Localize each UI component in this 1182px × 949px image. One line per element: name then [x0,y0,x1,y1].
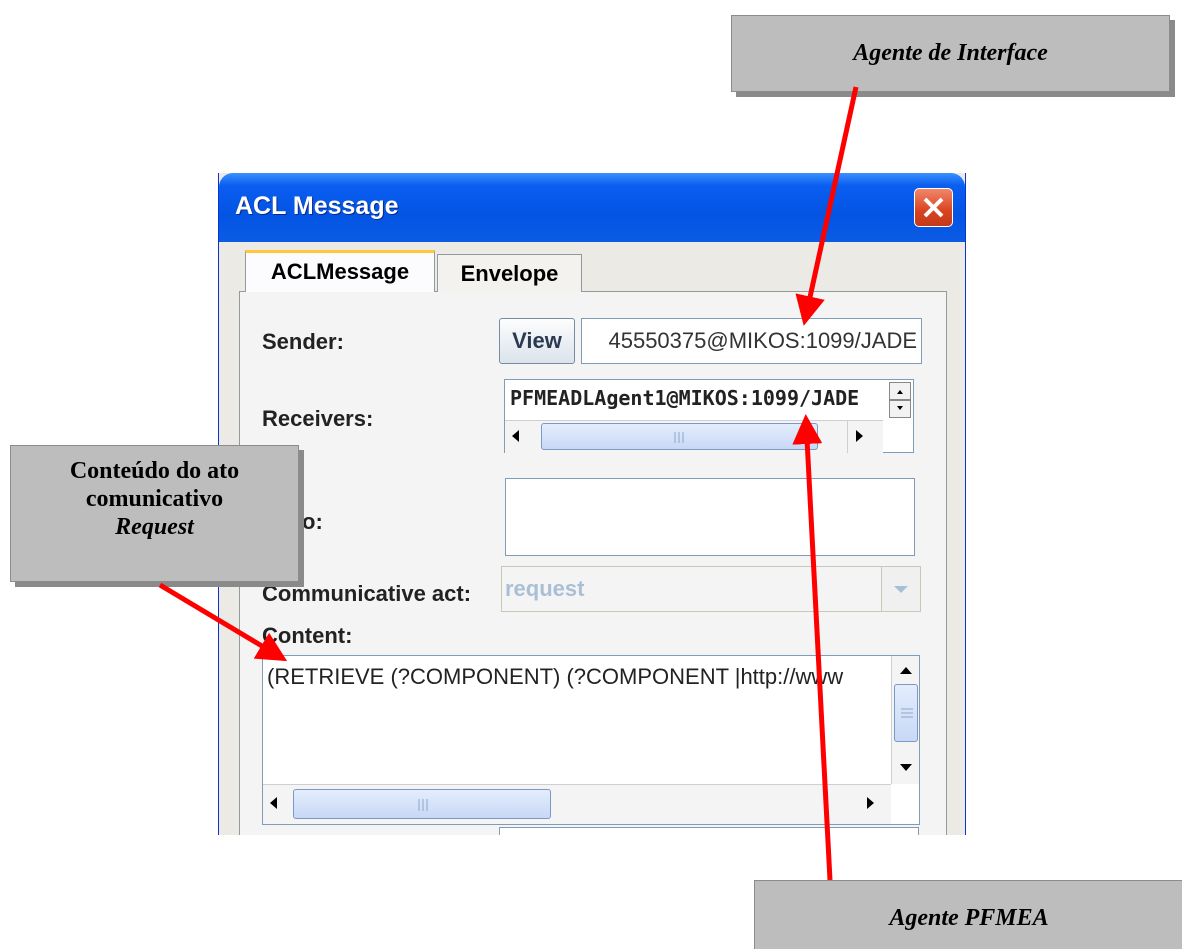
annotation-arrows [158,86,859,881]
tab-aclmessage[interactable]: ACLMessage [245,250,435,292]
content-arrow [158,582,288,662]
pfmea-arrow [792,414,833,881]
interface-arrow [795,86,859,326]
